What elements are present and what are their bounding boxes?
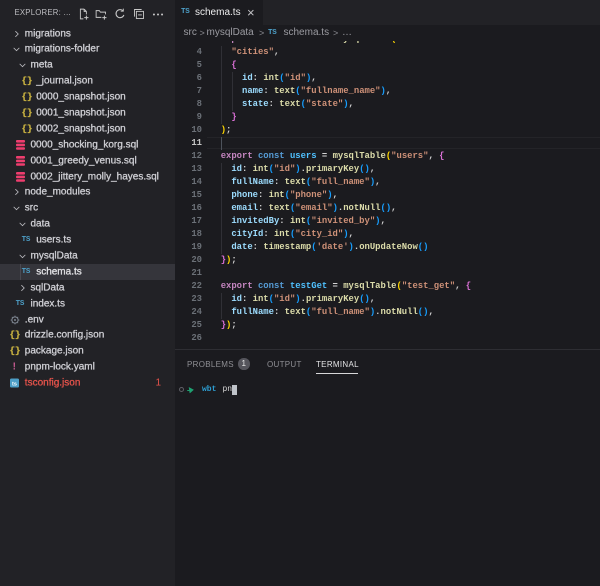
svg-text:ts: ts: [12, 382, 17, 388]
